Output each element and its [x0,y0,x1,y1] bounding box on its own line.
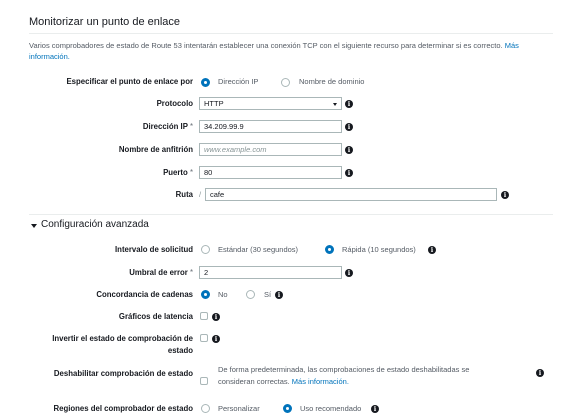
endpoint-by-domain-radio[interactable] [281,78,290,87]
info-icon[interactable]: i [345,100,353,108]
regions-recommended-radio[interactable] [283,404,292,413]
protocol-select[interactable]: HTTP [199,97,342,110]
info-icon[interactable]: i [275,291,283,299]
advanced-section-title[interactable]: Configuración avanzada [41,219,149,230]
endpoint-by-domain-label[interactable]: Nombre de dominio [299,77,364,86]
header-divider [29,33,553,34]
protocol-label: Protocolo [156,99,193,108]
regions-label: Regiones del comprobador de estado [53,404,193,413]
endpoint-by-ip-label[interactable]: Dirección IP [218,77,258,86]
disable-note-line2: consideran correctas. Más información. [218,377,349,386]
invert-label-line1: Invertir el estado de comprobación de [52,334,193,343]
endpoint-by-label: Especificar el punto de enlace por [66,77,193,86]
page-title: Monitorizar un punto de enlace [29,16,181,28]
hostname-label: Nombre de anfitrión [118,145,193,154]
protocol-value: HTTP [204,99,224,108]
ip-label: Dirección IP * [142,122,193,131]
port-input[interactable]: 80 [199,166,342,179]
advanced-divider [29,214,553,215]
ip-input[interactable]: 34.209.99.9 [199,120,342,133]
string-matching-no-radio[interactable] [201,290,210,299]
interval-fast-label[interactable]: Rápida (10 segundos) [342,245,416,254]
info-icon[interactable]: i [428,246,436,254]
path-prefix: / [199,190,202,199]
disable-more-info-link[interactable]: Más información. [292,377,349,386]
request-interval-label: Intervalo de solicitud [115,245,193,254]
interval-standard-radio[interactable] [201,245,210,254]
disable-note-line1: De forma predeterminada, las comprobacio… [218,365,470,374]
intro-description: Varios comprobadores de estado de Route … [29,41,503,50]
interval-fast-radio[interactable] [325,245,334,254]
regions-custom-label[interactable]: Personalizar [218,404,260,413]
info-icon[interactable]: i [212,335,220,343]
string-matching-no-label[interactable]: No [218,290,228,299]
latency-graphs-checkbox[interactable] [200,312,208,320]
regions-recommended-label[interactable]: Uso recomendado [300,404,361,413]
info-icon[interactable]: i [536,369,544,377]
expand-caret-icon[interactable] [31,224,37,228]
string-matching-yes-radio[interactable] [246,290,255,299]
regions-custom-radio[interactable] [201,404,210,413]
info-icon[interactable]: i [345,269,353,277]
caret-down-icon [333,103,337,106]
disable-checkbox[interactable] [200,377,208,385]
info-icon[interactable]: i [345,169,353,177]
info-icon[interactable]: i [501,191,509,199]
hostname-input[interactable]: www.example.com [199,143,342,156]
endpoint-by-ip-radio[interactable] [201,78,210,87]
interval-standard-label[interactable]: Estándar (30 segundos) [218,245,298,254]
path-label: Ruta [175,190,193,199]
info-icon[interactable]: i [345,123,353,131]
string-matching-label: Concordancia de cadenas [96,290,193,299]
info-icon[interactable]: i [345,146,353,154]
info-icon[interactable]: i [371,405,379,413]
disable-label: Deshabilitar comprobación de estado [53,369,193,378]
string-matching-yes-label[interactable]: Sí [264,290,271,299]
path-input[interactable]: cafe [205,188,497,201]
failure-threshold-label: Umbral de error * [129,268,193,277]
port-label: Puerto * [163,168,193,177]
invert-checkbox[interactable] [200,334,208,342]
intro-text: Varios comprobadores de estado de Route … [29,40,549,62]
latency-graphs-label: Gráficos de latencia [118,312,193,321]
info-icon[interactable]: i [212,313,220,321]
invert-label-line2: estado [167,346,193,355]
failure-threshold-input[interactable]: 2 [199,266,342,279]
